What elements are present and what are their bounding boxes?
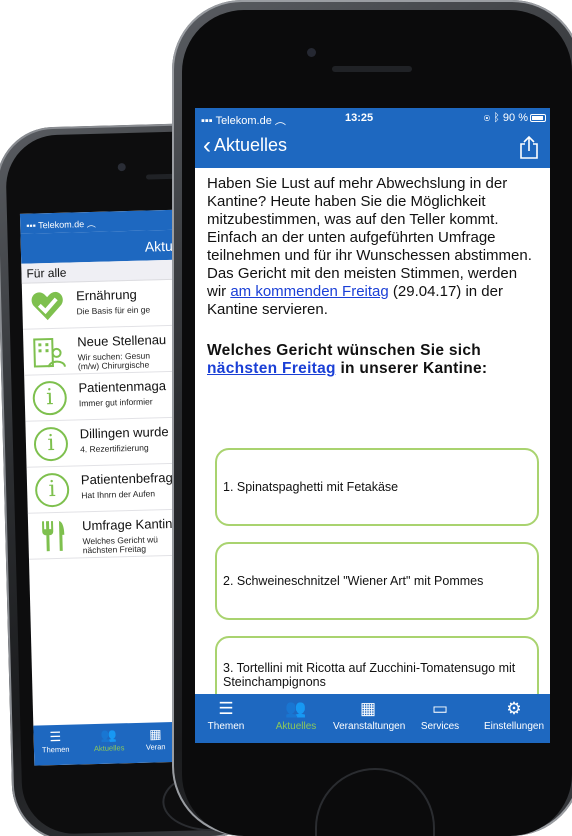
item-subtitle: Die Basis für ein ge xyxy=(76,304,151,317)
info-circle-icon: i xyxy=(34,472,70,508)
calendar-icon: ▦ xyxy=(359,699,377,718)
list-icon: ☰ xyxy=(49,728,62,745)
share-icon[interactable] xyxy=(518,135,540,160)
people-icon: 👥 xyxy=(285,699,307,718)
item-title: Dillingen wurde xyxy=(79,424,169,442)
fork-knife-icon xyxy=(36,519,71,554)
gear-icon: ⚙ xyxy=(506,699,522,718)
list-icon: ☰ xyxy=(218,699,234,718)
tab-aktuelles[interactable]: 👥 Aktuelles xyxy=(93,727,125,753)
tab-themen[interactable]: ☰ Themen xyxy=(195,699,261,732)
heart-check-icon xyxy=(30,289,65,324)
item-title: Ernährung xyxy=(75,286,137,304)
tab-einstellungen[interactable]: ⚙ Einstellungen xyxy=(479,699,549,732)
camera-icon xyxy=(307,48,316,57)
info-circle-icon: i xyxy=(33,426,69,462)
tab-veranstaltungen[interactable]: ▦ Veran xyxy=(145,726,166,751)
item-title: Patientenmaga xyxy=(78,378,167,396)
signal-icon: ▪▪▪ xyxy=(201,115,213,127)
poll-option[interactable]: 2. Schweineschnitzel "Wiener Art" mit Po… xyxy=(215,542,539,620)
people-icon: 👥 xyxy=(100,727,118,743)
poll-question: Welches Gericht wünschen Sie sich nächst… xyxy=(207,342,488,377)
status-bar: ▪▪▪ Telekom.de ︵ 13:25 ◉ ᛒ 90 % xyxy=(195,108,550,128)
alarm-icon: ◉ xyxy=(483,112,491,124)
battery-percent: ◉ ᛒ 90 % xyxy=(483,112,528,124)
poll-option[interactable]: 1. Spinatspaghetti mit Fetakäse xyxy=(215,448,539,526)
speaker-grille xyxy=(332,66,412,72)
front-phone: ▪▪▪ Telekom.de ︵ 13:25 ◉ ᛒ 90 % ‹ Aktuel… xyxy=(172,0,572,836)
item-subtitle: 4. Rezertifizierung xyxy=(79,442,149,455)
tab-aktuelles[interactable]: 👥 Aktuelles xyxy=(261,699,331,732)
tab-services[interactable]: ▭ Services xyxy=(405,699,475,732)
item-title: Neue Stellenau xyxy=(77,332,167,350)
item-subtitle: Wir suchen: Gesun (m/w) Chirurgische xyxy=(77,350,151,372)
question-link[interactable]: nächsten Freitag xyxy=(207,360,336,377)
status-time: 13:25 xyxy=(345,112,374,124)
tablet-icon: ▭ xyxy=(431,699,449,718)
date-link[interactable]: am kommenden Freitag xyxy=(230,283,388,300)
item-title: Patientenbefrag xyxy=(80,469,173,488)
item-subtitle: Welches Gericht wü nächsten Freitag xyxy=(82,534,159,556)
bluetooth-icon: ᛒ xyxy=(493,112,500,124)
battery-icon xyxy=(530,114,546,122)
article-content: Haben Sie Lust auf mehr Abwechslung in d… xyxy=(195,168,550,378)
item-subtitle: Hat Ihnrn der Aufen xyxy=(81,488,156,501)
navigation-bar: ‹ Aktuelles xyxy=(195,128,550,168)
back-label: Aktuelles xyxy=(214,135,288,155)
intro-paragraph: Haben Sie Lust auf mehr Abwechslung in d… xyxy=(207,175,532,264)
building-people-icon xyxy=(31,335,66,370)
wifi-icon: ︵ xyxy=(274,115,286,127)
chevron-left-icon: ‹ xyxy=(203,131,211,159)
info-circle-icon: i xyxy=(32,380,68,416)
calendar-icon: ▦ xyxy=(149,726,162,742)
item-title: Umfrage Kantin xyxy=(81,515,173,534)
tab-themen[interactable]: ☰ Themen xyxy=(41,728,70,755)
tab-veranstaltungen[interactable]: ▦ Veranstaltungen xyxy=(333,699,405,732)
signal-icon: ▪▪▪ xyxy=(26,220,36,231)
carrier: ▪▪▪ Telekom.de ︵ xyxy=(201,115,286,127)
item-subtitle: Immer gut informier xyxy=(78,396,153,409)
intro-paragraph-2: Das Gericht mit den meisten Stimmen, wer… xyxy=(207,265,518,318)
carrier-label: Telekom.de xyxy=(38,219,85,231)
back-button[interactable]: ‹ Aktuelles xyxy=(203,131,288,159)
front-phone-screen: ▪▪▪ Telekom.de ︵ 13:25 ◉ ᛒ 90 % ‹ Aktuel… xyxy=(195,108,550,743)
wifi-icon: ︵ xyxy=(86,218,96,230)
tab-bar: ☰ Themen 👥 Aktuelles ▦ Veranstaltungen ▭ Ser… xyxy=(195,694,550,743)
